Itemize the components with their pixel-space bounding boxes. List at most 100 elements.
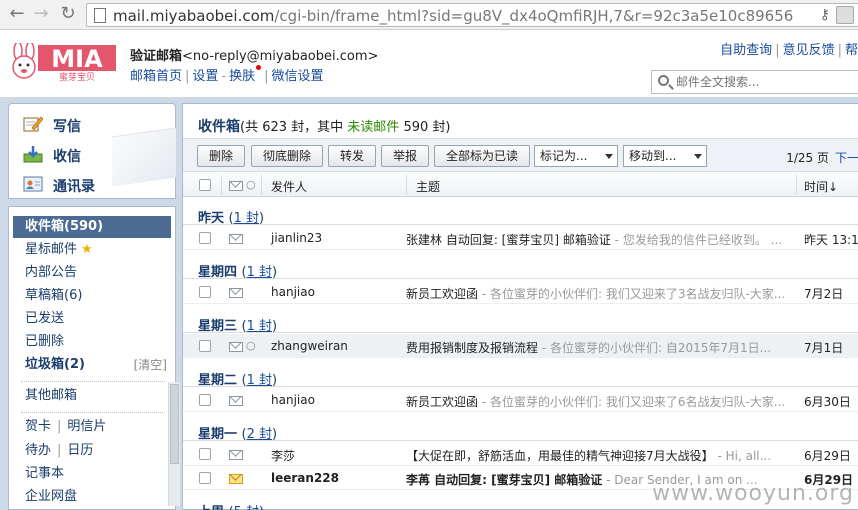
folder-internal-notice[interactable]: 内部公告 bbox=[13, 262, 171, 284]
row-subject[interactable]: 新员工欢迎函 - 各位蜜芽的小伙伴们: 我们又迎来了3名战友归队-大家... bbox=[406, 285, 796, 302]
search-input[interactable] bbox=[676, 74, 854, 90]
link-calendar[interactable]: 日历 bbox=[67, 443, 93, 458]
url-text[interactable]: mail.miyabaobei.com/cgi-bin/frame_html?s… bbox=[113, 7, 793, 25]
delete-button[interactable]: 删除 bbox=[197, 145, 245, 167]
search-icon[interactable] bbox=[658, 75, 669, 86]
forward-arrow-icon[interactable]: → bbox=[30, 3, 52, 25]
row-checkbox[interactable] bbox=[199, 340, 211, 352]
link-postcard[interactable]: 明信片 bbox=[67, 419, 106, 434]
unread-mail-link[interactable]: 未读邮件 bbox=[347, 120, 399, 135]
column-subject[interactable]: 主题 bbox=[416, 178, 440, 195]
folder-divider bbox=[21, 412, 165, 413]
read-mail-icon bbox=[229, 288, 243, 298]
chevron-down-icon bbox=[605, 154, 613, 159]
column-sender[interactable]: 发件人 bbox=[271, 178, 307, 195]
link-card[interactable]: 贺卡 bbox=[25, 419, 51, 434]
folder-sent[interactable]: 已发送 bbox=[13, 308, 171, 330]
read-mail-icon bbox=[229, 234, 243, 244]
permanent-delete-button[interactable]: 彻底删除 bbox=[251, 145, 323, 167]
page-icon bbox=[94, 8, 106, 23]
group-count-link[interactable]: 5 封 bbox=[234, 505, 259, 510]
extension-icon[interactable] bbox=[836, 6, 854, 24]
link-notepad[interactable]: 记事本 bbox=[13, 463, 171, 485]
table-row[interactable]: hanjiao 新员工欢迎函 - 各位蜜芽的小伙伴们: 我们又迎来了6名战友归队… bbox=[183, 388, 858, 412]
group-header: 昨天 (1 封) bbox=[183, 202, 858, 226]
group-header: 星期三 (1 封) bbox=[183, 310, 858, 334]
pager: 1/25 页下一 bbox=[786, 149, 858, 166]
row-sender: hanjiao bbox=[271, 393, 315, 407]
row-sender: zhangweiran bbox=[271, 339, 348, 353]
envelope-decoration bbox=[112, 127, 176, 187]
row-time: 6月30日 bbox=[804, 395, 851, 409]
link-skin[interactable]: 换肤 bbox=[229, 69, 255, 84]
folder-other-mailboxes[interactable]: 其他邮箱 bbox=[13, 385, 171, 407]
folder-list: 收件箱(590) 星标邮件 ★ 内部公告 草稿箱(6) 已发送 已删除 垃圾箱(2… bbox=[8, 206, 180, 510]
select-all-checkbox[interactable] bbox=[199, 179, 211, 191]
inbox-title: 收件箱(共 623 封，其中 未读邮件 590 封) bbox=[198, 119, 451, 135]
link-enterprise-disk[interactable]: 企业网盘 bbox=[13, 486, 171, 508]
link-help[interactable]: 帮 bbox=[845, 43, 858, 58]
account-info: 验证邮箱<no-reply@miyabaobei.com> bbox=[130, 45, 378, 64]
folder-starred[interactable]: 星标邮件 ★ bbox=[13, 239, 171, 261]
mia-logo[interactable]: MIA 蜜芽宝贝 bbox=[8, 43, 116, 81]
scrollbar-thumb[interactable] bbox=[170, 384, 179, 464]
folder-deleted[interactable]: 已删除 bbox=[13, 331, 171, 353]
row-subject[interactable]: 新员工欢迎函 - 各位蜜芽的小伙伴们: 我们又迎来了6名战友归队-大家... bbox=[406, 393, 796, 410]
mark-as-dropdown[interactable]: 标记为... bbox=[534, 145, 618, 167]
back-arrow-icon[interactable]: ← bbox=[6, 3, 28, 25]
star-icon: ★ bbox=[81, 242, 93, 257]
mark-all-read-button[interactable]: 全部标为已读 bbox=[434, 145, 530, 167]
move-to-dropdown[interactable]: 移动到... bbox=[623, 145, 707, 167]
link-settings[interactable]: 设置 bbox=[192, 69, 218, 84]
contacts-icon bbox=[23, 176, 43, 192]
page-indicator: 1/25 页 bbox=[786, 151, 829, 165]
table-row[interactable]: jianlin23 张建林 自动回复: [蜜芽宝贝] 邮箱验证 - 您发给我的信… bbox=[183, 226, 858, 250]
svg-text:MIA: MIA bbox=[51, 45, 103, 73]
table-row[interactable]: 李莎 【大促在即，舒筋活血，用最佳的精气神迎接7月大战役】 - Hi, all.… bbox=[183, 442, 858, 466]
row-checkbox[interactable] bbox=[199, 394, 211, 406]
header-links: 邮箱首页 | 设置 - 换肤 | 微信设置 bbox=[130, 65, 324, 84]
quick-actions-panel: 写信 收信 通讯录 bbox=[8, 103, 176, 199]
column-time[interactable]: 时间↓ bbox=[804, 178, 838, 195]
mail-header: MIA 蜜芽宝贝 验证邮箱<no-reply@miyabaobei.com> 邮… bbox=[0, 31, 858, 97]
row-subject[interactable]: 张建林 自动回复: [蜜芽宝贝] 邮箱验证 - 您发给我的信件已经收到。 ... bbox=[406, 231, 796, 248]
clear-junk-link[interactable]: [清空] bbox=[134, 354, 167, 376]
folder-junk[interactable]: 垃圾箱(2) [清空] bbox=[13, 354, 171, 376]
link-home[interactable]: 邮箱首页 bbox=[130, 69, 182, 84]
row-subject[interactable]: 【大促在即，舒筋活血，用最佳的精气神迎接7月大战役】 - Hi, all... bbox=[406, 447, 796, 464]
row-checkbox[interactable] bbox=[199, 286, 211, 298]
read-mail-icon bbox=[229, 396, 243, 406]
search-box[interactable] bbox=[651, 70, 858, 94]
folder-scrollbar[interactable] bbox=[168, 382, 180, 506]
folder-inbox[interactable]: 收件箱(590) bbox=[13, 216, 171, 238]
link-feedback[interactable]: 意见反馈 bbox=[783, 43, 835, 58]
table-row[interactable]: ○ zhangweiran 费用报销制度及报销流程 - 各位蜜芽的小伙伴们: 自… bbox=[183, 334, 858, 358]
address-bar[interactable]: mail.miyabaobei.com/cgi-bin/frame_html?s… bbox=[86, 3, 858, 27]
row-checkbox[interactable] bbox=[199, 448, 211, 460]
read-status-header-icon[interactable] bbox=[229, 181, 243, 191]
link-wechat-settings[interactable]: 微信设置 bbox=[272, 69, 324, 84]
watermark: www.wooyun.org bbox=[652, 481, 854, 506]
row-time: 昨天 13:1 bbox=[804, 233, 858, 247]
group-header: 星期四 (1 封) bbox=[183, 256, 858, 280]
next-page-link[interactable]: 下一 bbox=[835, 151, 858, 165]
group-header: 星期二 (1 封) bbox=[183, 364, 858, 388]
account-name: 验证邮箱 bbox=[130, 49, 183, 64]
link-self-service[interactable]: 自助查询 bbox=[720, 43, 772, 58]
top-right-links: 自助查询 | 意见反馈 | 帮 bbox=[720, 43, 858, 58]
row-subject[interactable]: 费用报销制度及报销流程 - 各位蜜芽的小伙伴们: 自2015年7月1日... bbox=[406, 339, 796, 356]
column-header: ○ 发件人 主题 时间↓ bbox=[183, 173, 858, 197]
tools-row-1: 贺卡 | 明信片 bbox=[25, 419, 107, 434]
row-checkbox[interactable] bbox=[199, 232, 211, 244]
folder-drafts[interactable]: 草稿箱(6) bbox=[13, 285, 171, 307]
forward-button[interactable]: 转发 bbox=[328, 145, 376, 167]
attachment-header-icon[interactable]: ○ bbox=[246, 178, 256, 191]
row-checkbox[interactable] bbox=[199, 472, 211, 484]
account-email: <no-reply@miyabaobei.com> bbox=[182, 49, 379, 64]
report-button[interactable]: 举报 bbox=[381, 145, 429, 167]
table-row[interactable]: hanjiao 新员工欢迎函 - 各位蜜芽的小伙伴们: 我们又迎来了3名战友归队… bbox=[183, 280, 858, 304]
link-todo[interactable]: 待办 bbox=[25, 443, 51, 458]
row-sender: leeran228 bbox=[271, 471, 339, 485]
key-icon[interactable]: ⚷ bbox=[820, 7, 830, 23]
reload-icon[interactable]: ↻ bbox=[57, 3, 79, 25]
